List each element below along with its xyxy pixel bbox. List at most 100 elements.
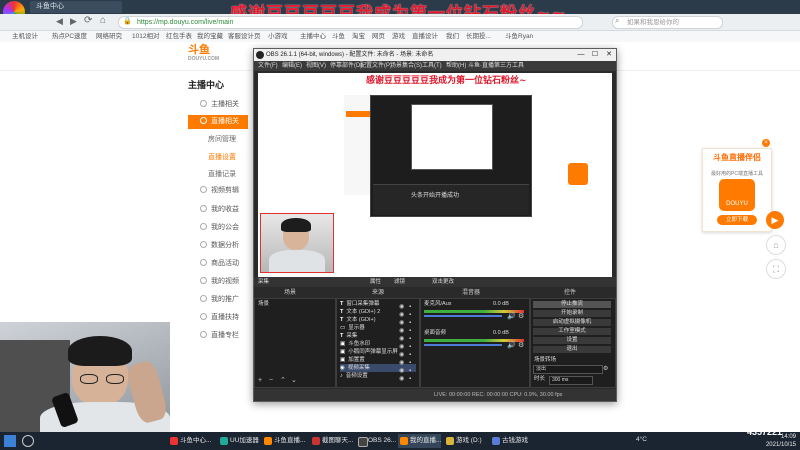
bookmark-item[interactable]: 斗鱼Ryan	[505, 31, 533, 42]
source-item[interactable]: ▭ 显示器	[340, 324, 365, 332]
obs-menu-view[interactable]: 视图(V)	[306, 61, 326, 71]
taskbar-app[interactable]: 古钱游戏	[490, 434, 528, 448]
scene-up-icon[interactable]: ⌃	[280, 376, 286, 384]
sidebar-item[interactable]: 我的收益	[188, 203, 248, 217]
bookmark-item[interactable]: 淘宝	[352, 31, 365, 42]
speaker-icon[interactable]: 🔊	[507, 312, 516, 320]
bookmark-item[interactable]: 1012相对	[132, 31, 159, 42]
source-item[interactable]: T 文本 (GDI+)	[340, 316, 376, 324]
source-item-selected[interactable]: ◉ 视频采集	[340, 364, 416, 372]
obs-menu-douyu-tool[interactable]: 斗鱼·直播第三方工具	[468, 61, 524, 71]
source-item[interactable]: T 文本 (GDI+) 2	[340, 308, 380, 316]
source-item[interactable]: T 采集	[340, 332, 357, 340]
duration-input[interactable]: 300 ms	[549, 376, 593, 385]
sidebar-item[interactable]: 我的推广	[188, 293, 248, 307]
source-item[interactable]: ▣ 加置置	[340, 356, 365, 364]
obs-menu-scene-collection[interactable]: 场景集合(S)	[390, 61, 422, 71]
home-icon[interactable]: ⌂	[100, 15, 106, 26]
obs-menu-tools[interactable]: 工具(T)	[422, 61, 442, 71]
transition-select[interactable]: 淡出	[533, 365, 603, 374]
obs-menu-help[interactable]: 帮助(H)	[446, 61, 466, 71]
taskbar-app-active[interactable]: 我的直播...	[398, 434, 442, 448]
sidebar-subitem[interactable]: 房间管理	[208, 133, 236, 147]
sidebar-item[interactable]: 主播相关	[188, 98, 248, 112]
sidebar-item[interactable]: 我的视频	[188, 275, 248, 289]
forward-icon[interactable]: ▶	[70, 16, 77, 27]
source-item[interactable]: ▣ 斗鱼水印	[340, 340, 370, 348]
bookmark-item[interactable]: 主机设计	[12, 31, 38, 42]
search-icon[interactable]	[22, 435, 34, 447]
back-icon[interactable]: ◀	[56, 16, 63, 27]
scene-item[interactable]: 场景	[258, 300, 332, 308]
properties-button[interactable]: 属性	[370, 277, 381, 287]
bookmark-item[interactable]: 小游戏	[268, 31, 288, 42]
scene-down-icon[interactable]: ⌄	[291, 376, 297, 384]
url-input[interactable]: https://mp.douyu.com/live/main	[118, 16, 583, 29]
stop-stream-button[interactable]: 停止推流	[533, 301, 611, 308]
source-item[interactable]: ♪ 音频设置	[340, 372, 368, 380]
taskbar-app[interactable]: 截图聊天...	[310, 434, 353, 448]
bookmark-item[interactable]: 我的宝藏	[197, 31, 223, 42]
weather-temp[interactable]: 4°C	[636, 436, 647, 443]
taskbar-app[interactable]: 斗鱼直播...	[262, 434, 305, 448]
start-recording-button[interactable]: 开始录制	[533, 310, 611, 317]
settings-button[interactable]: 设置	[533, 337, 611, 344]
bookmark-item[interactable]: 直播设计	[412, 31, 438, 42]
obs-menu-file[interactable]: 文件(F)	[258, 61, 278, 71]
bookmark-item[interactable]: 网页	[372, 31, 385, 42]
source-item[interactable]: ▣ 小鹅同声弹幕显示屏	[340, 348, 398, 356]
bookmark-item[interactable]: 主播中心	[300, 31, 326, 42]
exit-button[interactable]: 退出	[533, 346, 611, 353]
bookmark-item[interactable]: 长期投...	[466, 31, 491, 42]
sidebar-item[interactable]: 直播扶持	[188, 311, 248, 325]
obs-menu-docks[interactable]: 停靠部件(D)	[330, 61, 362, 71]
lock-icon[interactable]: ▪ ▪ ▪ ▪ ▪ ▪ ▪ ▪ ▪ ▪	[409, 303, 411, 383]
close-icon[interactable]: ✕	[602, 49, 616, 61]
home-icon[interactable]: ⌂	[766, 235, 786, 255]
scene-add-icon[interactable]: +	[258, 377, 262, 384]
bookmark-item[interactable]: 网络研究	[96, 31, 122, 42]
volume-slider[interactable]	[424, 315, 502, 317]
bookmark-item[interactable]: 游戏	[392, 31, 405, 42]
close-icon[interactable]: ×	[762, 139, 770, 147]
sidebar-item[interactable]: 视频剪辑	[188, 184, 248, 198]
obs-menu-edit[interactable]: 编辑(E)	[282, 61, 302, 71]
refresh-icon[interactable]: ⟳	[84, 15, 92, 26]
sidebar-item-active[interactable]: 直播相关	[188, 115, 248, 129]
taskbar-app[interactable]: UU加速器	[218, 434, 259, 448]
gear-icon[interactable]: ⚙	[518, 341, 524, 349]
sidebar-item[interactable]: 我的公会	[188, 221, 248, 235]
taskbar-app[interactable]: OBS 26...	[356, 434, 396, 448]
fullscreen-icon[interactable]: ⛶	[766, 259, 786, 279]
browser-tab[interactable]: 斗鱼中心	[30, 1, 122, 13]
speaker-icon[interactable]: 🔊	[507, 341, 516, 349]
bookmark-item[interactable]: 斗鱼	[332, 31, 345, 42]
studio-mode-button[interactable]: 工作室模式	[533, 328, 611, 335]
bookmark-item[interactable]: 我们	[446, 31, 459, 42]
sidebar-subitem-active[interactable]: 直播设置	[208, 151, 236, 165]
sidebar-item[interactable]: 数据分析	[188, 239, 248, 253]
sidebar-item[interactable]: 直播专栏	[188, 329, 248, 343]
minimize-icon[interactable]: —	[574, 49, 588, 61]
visibility-eye-icon[interactable]: ◉ ◉ ◉ ◉ ◉ ◉ ◉ ◉ ◉ ◉	[399, 303, 404, 383]
sidebar-subitem[interactable]: 直播记录	[208, 168, 236, 182]
scene-remove-icon[interactable]: −	[269, 377, 273, 384]
maximize-icon[interactable]: ☐	[588, 49, 602, 61]
douyu-logo[interactable]: 斗鱼 DOUYU.COM	[188, 44, 228, 64]
bookmark-item[interactable]: 客服设计页	[228, 31, 261, 42]
bookmark-item[interactable]: 红包手表	[166, 31, 192, 42]
start-icon[interactable]	[4, 435, 16, 447]
taskbar-app[interactable]: 游戏 (D:)	[444, 434, 482, 448]
sidebar-item[interactable]: 商品活动	[188, 257, 248, 271]
gear-icon[interactable]: ⚙	[518, 312, 524, 320]
volume-slider[interactable]	[424, 344, 502, 346]
search-input[interactable]: 如果和我恩给你的	[612, 16, 723, 29]
download-button[interactable]: 立即下载	[717, 215, 757, 225]
virtual-camera-button[interactable]: 启动虚拟摄像机	[533, 319, 611, 326]
taskbar-app[interactable]: 斗鱼中心...	[168, 434, 211, 448]
play-icon[interactable]: ▶	[766, 211, 784, 229]
source-item[interactable]: T 窗口采集弹幕	[340, 300, 379, 308]
obs-preview[interactable]: 感谢豆豆豆豆豆我成为第一位钻石粉丝~ 头条开始开播成功	[258, 73, 612, 277]
filters-button[interactable]: 滤镜	[394, 277, 405, 287]
transition-gear-icon[interactable]: ⚙	[603, 365, 608, 372]
